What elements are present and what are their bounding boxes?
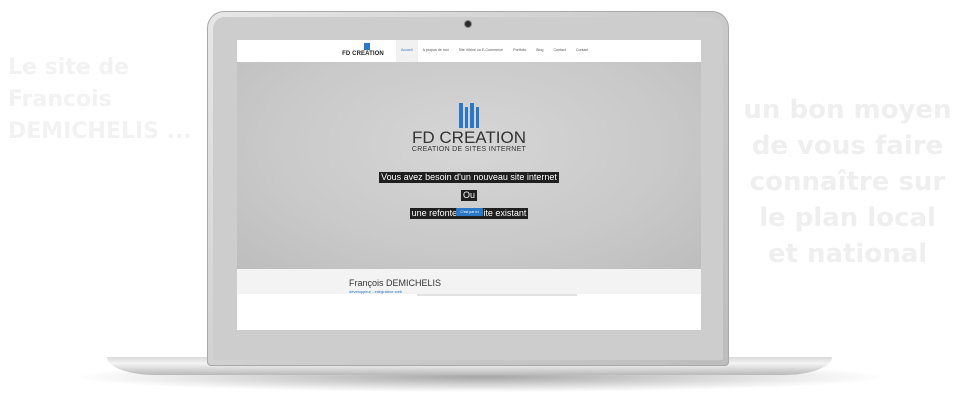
background-line: Le site de Francois [8, 55, 129, 112]
nav-item-a-propos[interactable]: A propos de moi [418, 40, 454, 62]
profile-band [237, 269, 701, 294]
hero-line: Ou [460, 190, 477, 201]
hero-logo-bars-icon [459, 103, 479, 128]
profile-section: François DEMICHELIS développeur - intégr… [237, 269, 701, 330]
nav-item-accueil[interactable]: Accueil [396, 40, 418, 63]
nav-item-site-vitrine[interactable]: Site Vitrine ou E-Commerce [454, 40, 508, 62]
nav-menu: Accueil A propos de moi Site Vitrine ou … [396, 40, 593, 63]
nav-item-blog[interactable]: Blog [531, 40, 548, 62]
nav-item-contact-2[interactable]: Contact [571, 40, 593, 62]
background-text-left: Le site de Francois DEMICHELIS ... [8, 52, 218, 148]
camera-icon [465, 21, 471, 27]
logo-bars-icon [364, 43, 370, 50]
background-text-right: un bon moyen de vous faire connaître sur… [735, 92, 960, 272]
hero-line: Vous avez besoin d'un nouveau site inter… [379, 172, 559, 183]
hero-section: FD CREATION CREATION DE SITES INTERNET V… [237, 62, 701, 269]
background-line: connaître sur [749, 167, 946, 197]
hero-subtitle: CREATION DE SITES INTERNET [411, 146, 527, 153]
laptop-screen: FD CREATION Accueil A propos de moi Site… [237, 40, 701, 330]
hero-title: FD CREATION [412, 128, 526, 147]
site-logo[interactable]: FD CREATION [337, 43, 389, 59]
background-line: de vous faire [751, 131, 944, 161]
nav-item-contact[interactable]: Contact [548, 40, 570, 62]
profile-divider [417, 294, 577, 296]
site-navbar: FD CREATION Accueil A propos de moi Site… [237, 40, 701, 63]
profile-role: développeur - intégrateur web [349, 289, 403, 294]
background-line: le plan local [759, 203, 936, 233]
profile-name: François DEMICHELIS [349, 278, 442, 288]
background-line: un bon moyen [743, 95, 952, 125]
background-line: et national [767, 239, 928, 269]
nav-item-portfolio[interactable]: Portfolio [508, 40, 531, 62]
background-line: DEMICHELIS ... [8, 119, 192, 144]
logo-text: FD CREATION [342, 51, 384, 57]
cta-button[interactable]: C'est par ici [456, 208, 483, 216]
